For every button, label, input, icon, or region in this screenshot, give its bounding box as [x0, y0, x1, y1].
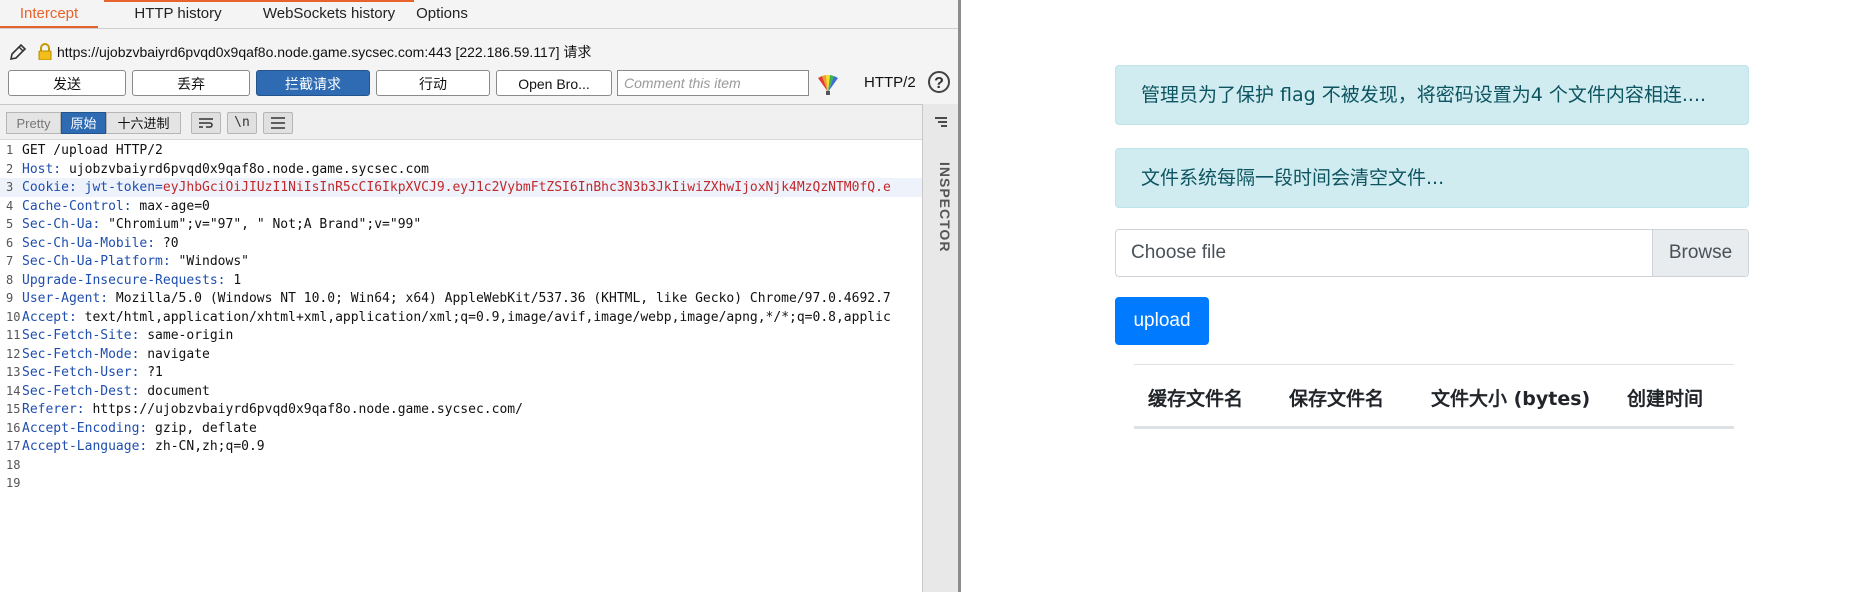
- view-raw-tab[interactable]: 原始: [61, 112, 106, 134]
- view-hex-tab[interactable]: 十六进制: [106, 112, 181, 134]
- upload-button[interactable]: upload: [1115, 297, 1209, 345]
- col-saved-filename: 保存文件名: [1289, 388, 1385, 410]
- request-url: https://ujobzvbaiyrd6pvqd0x9qaf8o.node.g…: [57, 44, 592, 60]
- highlight-color-icon[interactable]: [815, 72, 841, 96]
- drop-button[interactable]: 丢弃: [132, 70, 250, 96]
- wrap-lines-icon[interactable]: [191, 112, 221, 134]
- tab-http-history[interactable]: HTTP history: [104, 0, 252, 28]
- open-browser-button[interactable]: Open Bro...: [496, 70, 612, 96]
- request-line-7: 7 Sec-Ch-Ua-Platform: "Windows": [6, 254, 249, 269]
- show-newlines-icon[interactable]: \n: [227, 112, 257, 134]
- request-line-1: 1 GET /upload HTTP/2: [6, 143, 163, 158]
- request-line-16: 16 Accept-Encoding: gzip, deflate: [6, 420, 257, 436]
- inspector-collapse-icon[interactable]: [933, 116, 949, 130]
- request-line-8: 8 Upgrade-Insecure-Requests: 1: [6, 272, 242, 288]
- editor-toolbar: Pretty 原始 十六进制 \n: [0, 105, 922, 140]
- request-line-6: 6 Sec-Ch-Ua-Mobile: ?0: [6, 235, 179, 251]
- request-line-12: 12 Sec-Fetch-Mode: navigate: [6, 346, 210, 362]
- protocol-label[interactable]: HTTP/2: [864, 74, 916, 91]
- inspector-label[interactable]: INSPECTOR: [929, 162, 953, 252]
- request-editor[interactable]: Pretty 原始 十六进制 \n 1 GET /upload HTTP/2 2H…: [0, 104, 922, 592]
- burp-intercept-panel: Intercept HTTP history WebSockets histor…: [0, 0, 959, 592]
- file-input-placeholder: Choose file: [1131, 242, 1227, 263]
- pencil-icon[interactable]: [8, 42, 28, 62]
- help-icon[interactable]: ?: [928, 71, 950, 93]
- editor-menu-icon[interactable]: [263, 112, 293, 134]
- comment-input[interactable]: Comment this item: [617, 70, 809, 96]
- request-line-2: 2 Host: ujobzvbaiyrd6pvqd0x9qaf8o.node.ga…: [6, 161, 429, 177]
- forward-button[interactable]: 发送: [8, 70, 126, 96]
- request-line-5: 5 Sec-Ch-Ua: "Chromium";v="97", " Not;A B…: [6, 217, 422, 232]
- tab-intercept[interactable]: Intercept: [0, 0, 98, 28]
- browse-button[interactable]: Browse: [1652, 230, 1748, 276]
- intercept-button-row: 发送 丢弃 拦截请求 行动 Open Bro... Comment this i…: [0, 70, 958, 98]
- intercept-toggle-button[interactable]: 拦截请求: [256, 70, 370, 96]
- request-line-15: 15 Referer: https://ujobzvbaiyrd6pvqd0x9q…: [6, 402, 523, 417]
- request-line-17: 17 Accept-Language: zh-CN,zh;q=0.9: [6, 439, 265, 454]
- tab-options[interactable]: Options: [400, 0, 484, 28]
- request-line-19: 19: [6, 476, 21, 490]
- col-file-size: 文件大小 (bytes): [1431, 388, 1591, 410]
- col-cache-filename: 缓存文件名: [1148, 388, 1244, 410]
- burp-tab-bar: Intercept HTTP history WebSockets histor…: [0, 0, 958, 29]
- request-line-3: 3 Cookie: jwt-token=eyJhbGciOiJIUzI1NiIsI…: [0, 178, 922, 197]
- file-input[interactable]: Choose file Browse: [1115, 229, 1749, 277]
- inspector-sidebar[interactable]: INSPECTOR: [922, 104, 958, 592]
- tab-websockets-history[interactable]: WebSockets history: [236, 0, 422, 28]
- view-pretty-tab[interactable]: Pretty: [6, 112, 61, 134]
- request-line-11: 11 Sec-Fetch-Site: same-origin: [6, 328, 234, 343]
- col-created-time: 创建时间: [1627, 388, 1704, 410]
- request-line-18: 18: [6, 457, 21, 472]
- request-text[interactable]: 1 GET /upload HTTP/2 2 Host: ujobzvbaiyrd6…: [0, 141, 922, 493]
- request-line-13: 13 Sec-Fetch-User: ?1: [6, 365, 163, 380]
- info-alert-cleanup: 文件系统每隔一段时间会清空文件...: [1115, 148, 1749, 208]
- request-line-10: 10 Accept: text/html,application/xhtml+xm…: [6, 309, 891, 325]
- info-alert-password: 管理员为了保护 flag 不被发现，将密码设置为4 个文件内容相连....: [1115, 65, 1749, 125]
- request-target-row: https://ujobzvbaiyrd6pvqd0x9qaf8o.node.g…: [0, 39, 958, 63]
- request-line-14: 14 Sec-Fetch-Dest: document: [6, 383, 210, 399]
- action-button[interactable]: 行动: [376, 70, 490, 96]
- request-line-4: 4 Cache-Control: max-age=0: [6, 198, 210, 214]
- request-line-9: 9 User-Agent: Mozilla/5.0 (Windows NT 10.…: [6, 291, 891, 306]
- lock-icon: [38, 43, 52, 60]
